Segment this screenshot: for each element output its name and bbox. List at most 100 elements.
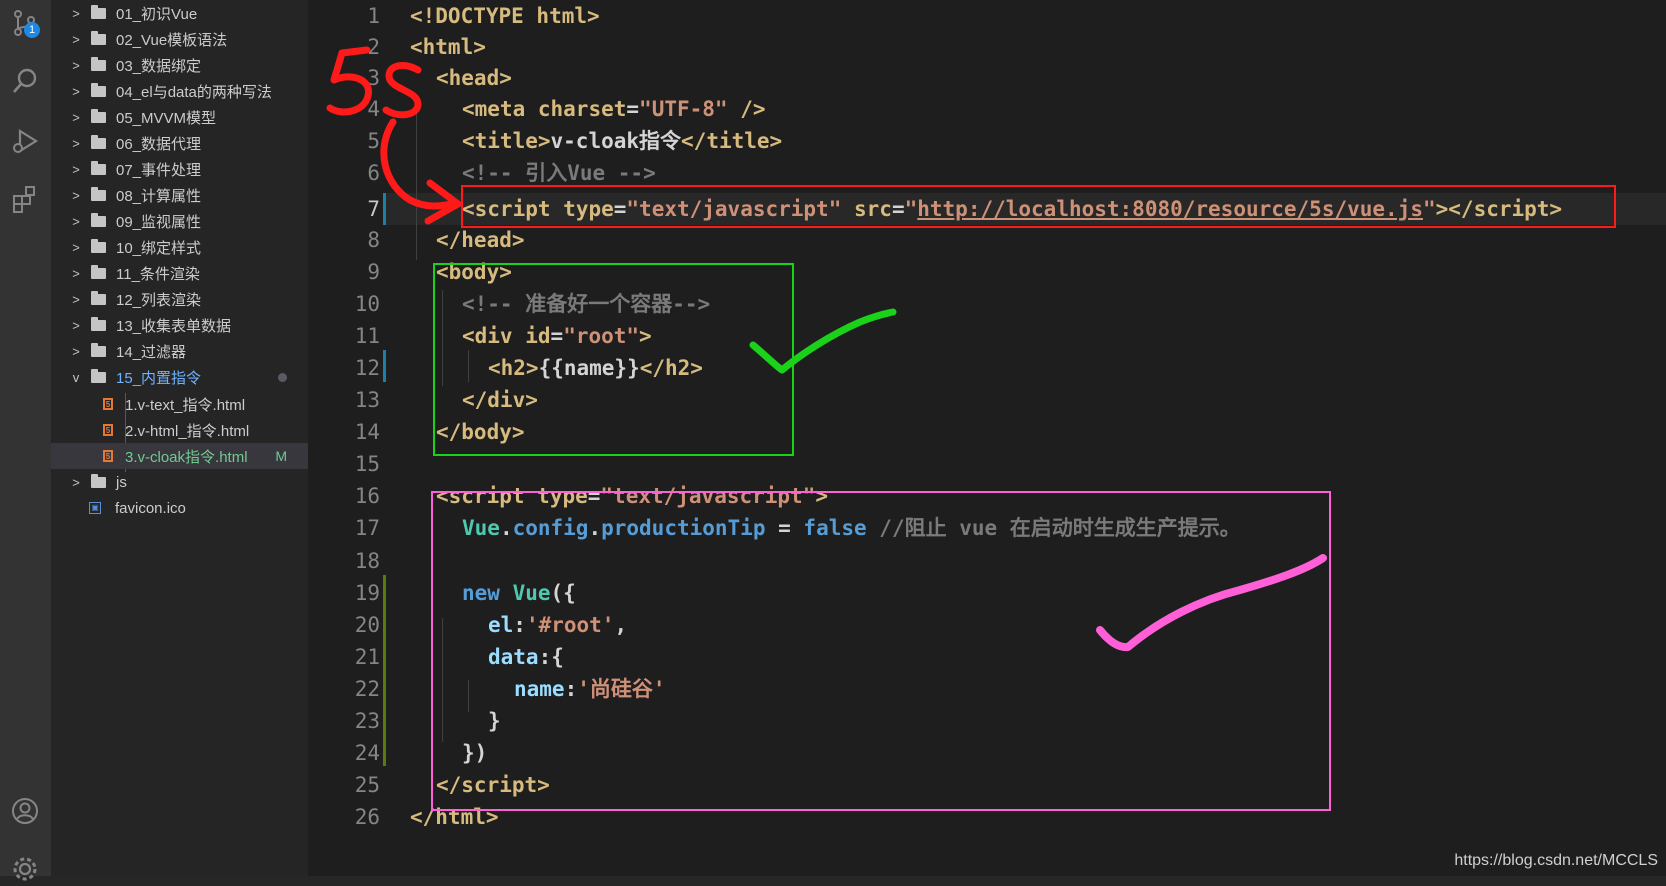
line-number: 6 bbox=[367, 161, 380, 185]
code-line-11: <div id="root"> bbox=[462, 324, 652, 348]
el-value: '#root' bbox=[525, 613, 615, 637]
chevron-right-icon: > bbox=[72, 239, 80, 255]
html-file-icon: 5 bbox=[103, 398, 113, 410]
code-line-3: <head> bbox=[436, 66, 512, 90]
line-number: 3 bbox=[367, 66, 380, 90]
code-line-26: </html> bbox=[410, 805, 499, 829]
code-line-13: </div> bbox=[462, 388, 538, 412]
folder-row[interactable]: >01_初识Vue bbox=[51, 0, 308, 26]
chevron-right-icon: > bbox=[72, 5, 80, 21]
line-number: 13 bbox=[354, 388, 380, 412]
code-line-5: <title>v-cloak指令</title> bbox=[462, 129, 783, 153]
line-number: 2 bbox=[367, 35, 380, 59]
line-number: 22 bbox=[354, 677, 380, 701]
line-number: 5 bbox=[367, 129, 380, 153]
chevron-right-icon: > bbox=[72, 31, 80, 47]
settings-icon[interactable] bbox=[8, 852, 42, 886]
folder-label: 01_初识Vue bbox=[116, 5, 198, 23]
chevron-right-icon: > bbox=[72, 83, 80, 99]
code-line-16: <script type="text/javascript"> bbox=[436, 484, 828, 508]
watermark: https://blog.csdn.net/MCCLS bbox=[1454, 852, 1658, 869]
indent-guide bbox=[416, 98, 417, 260]
folder-row[interactable]: >02_Vue模板语法 bbox=[51, 26, 308, 52]
account-icon[interactable] bbox=[8, 794, 42, 828]
chevron-right-icon: > bbox=[72, 187, 80, 203]
gutter-change-marker bbox=[383, 193, 386, 225]
extensions-icon[interactable] bbox=[8, 182, 42, 216]
chevron-right-icon: > bbox=[72, 317, 80, 333]
search-icon[interactable] bbox=[8, 64, 42, 98]
file-label: favicon.ico bbox=[115, 499, 186, 517]
folder-row[interactable]: > js bbox=[51, 469, 308, 495]
folder-row[interactable]: >04_el与data的两种写法 bbox=[51, 78, 308, 104]
folder-label: 05_MVVM模型 bbox=[116, 109, 217, 127]
folder-label: 06_数据代理 bbox=[116, 135, 202, 153]
folder-row[interactable]: >10_绑定样式 bbox=[51, 234, 308, 260]
code-line-9: <body> bbox=[436, 260, 512, 284]
folder-row[interactable]: >12_列表渲染 bbox=[51, 286, 308, 312]
chevron-right-icon: > bbox=[72, 57, 80, 73]
code-line-12: <h2>{{name}}</h2> bbox=[488, 356, 703, 380]
folder-row[interactable]: >11_条件渲染 bbox=[51, 260, 308, 286]
folder-row[interactable]: >09_监视属性 bbox=[51, 208, 308, 234]
folder-open-icon bbox=[91, 368, 106, 383]
line-number: 26 bbox=[354, 805, 380, 829]
file-row[interactable]: ▣ favicon.ico bbox=[51, 495, 308, 521]
folder-label: 07_事件处理 bbox=[116, 161, 202, 179]
modified-dot-icon bbox=[278, 372, 287, 382]
code-editor[interactable]: 1 2 3 4 5 6 7 8 9 10 11 12 13 14 15 16 1… bbox=[308, 0, 1666, 876]
title-text: v-cloak指令 bbox=[550, 129, 682, 153]
file-row[interactable]: 5 1.v-text_指令.html bbox=[51, 391, 308, 417]
indent-guide bbox=[442, 290, 443, 386]
folder-icon bbox=[91, 160, 106, 175]
folder-row[interactable]: >03_数据绑定 bbox=[51, 52, 308, 78]
line-number: 17 bbox=[354, 516, 380, 540]
folder-icon bbox=[91, 82, 106, 97]
folder-row[interactable]: >14_过滤器 bbox=[51, 338, 308, 364]
run-debug-icon[interactable] bbox=[8, 124, 42, 158]
folder-icon bbox=[91, 342, 106, 357]
chevron-right-icon: > bbox=[72, 474, 80, 490]
line-number: 1 bbox=[367, 4, 380, 28]
line-number: 16 bbox=[354, 484, 380, 508]
folder-row[interactable]: >06_数据代理 bbox=[51, 130, 308, 156]
folder-label: 11_条件渲染 bbox=[116, 265, 200, 283]
chevron-down-icon: v bbox=[72, 369, 80, 385]
folder-row[interactable]: >07_事件处理 bbox=[51, 156, 308, 182]
indent-guide bbox=[442, 618, 443, 742]
gutter-change-marker bbox=[383, 350, 386, 382]
mustache-text: {{name}} bbox=[538, 356, 640, 380]
file-row-selected[interactable]: 5 3.v-cloak指令.html M bbox=[51, 443, 308, 469]
chevron-right-icon: > bbox=[72, 135, 80, 151]
code-line-8: </head> bbox=[436, 228, 525, 252]
file-row[interactable]: 5 2.v-html_指令.html bbox=[51, 417, 308, 443]
folder-row[interactable]: >05_MVVM模型 bbox=[51, 104, 308, 130]
folder-icon bbox=[91, 30, 106, 45]
chevron-right-icon: > bbox=[72, 265, 80, 281]
line-number: 9 bbox=[367, 260, 380, 284]
line-number: 15 bbox=[354, 452, 380, 476]
chevron-right-icon: > bbox=[72, 291, 80, 307]
indent-guide bbox=[468, 350, 469, 382]
folder-label: 04_el与data的两种写法 bbox=[116, 83, 272, 101]
folder-icon bbox=[91, 290, 106, 305]
code-line-14: </body> bbox=[436, 420, 525, 444]
code-line-1: <!DOCTYPE html> bbox=[410, 4, 600, 28]
folder-icon bbox=[91, 56, 106, 71]
script-src-link[interactable]: http://localhost:8080/resource/5s/vue.js bbox=[917, 197, 1423, 221]
folder-icon bbox=[91, 134, 106, 149]
folder-row[interactable]: >13_收集表单数据 bbox=[51, 312, 308, 338]
folder-label: 12_列表渲染 bbox=[116, 291, 202, 309]
line-number: 11 bbox=[354, 324, 380, 348]
folder-label: 09_监视属性 bbox=[116, 213, 202, 231]
line-number: 20 bbox=[354, 613, 380, 637]
line-number: 23 bbox=[354, 709, 380, 733]
line-number: 4 bbox=[367, 97, 380, 121]
code-line-7: <script type="text/javascript" src="http… bbox=[462, 197, 1563, 221]
folder-row[interactable]: >08_计算属性 bbox=[51, 182, 308, 208]
open-folder-row[interactable]: v 15_内置指令 bbox=[51, 364, 308, 390]
folder-label: 03_数据绑定 bbox=[116, 57, 202, 75]
line-number: 19 bbox=[354, 581, 380, 605]
code-line-23: } bbox=[488, 709, 501, 733]
line-number: 10 bbox=[354, 292, 380, 316]
